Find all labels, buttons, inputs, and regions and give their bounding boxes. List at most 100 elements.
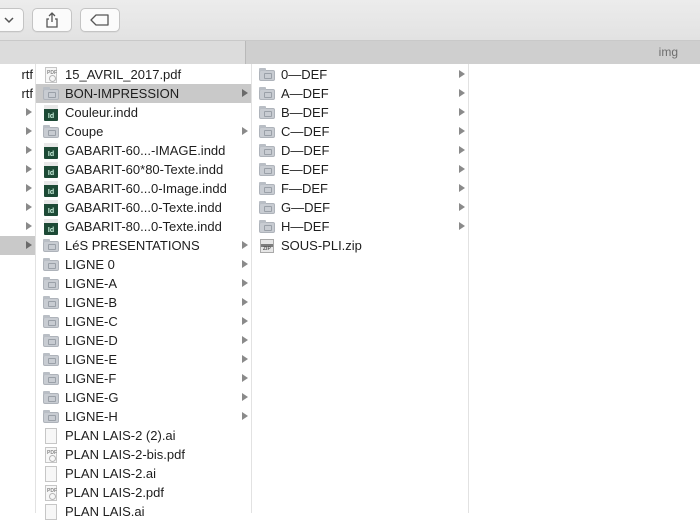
folder-row[interactable]: C—DEF <box>252 122 468 141</box>
file-row[interactable]: rtf <box>0 84 35 103</box>
column-img[interactable]: PDF 15_AVRIL_2017.pdf BON-IMPRESSION Id Coul… <box>36 64 251 520</box>
disclosure-chevron-icon <box>242 279 248 287</box>
folder-row[interactable]: D—DEF <box>252 141 468 160</box>
folder-row[interactable] <box>0 122 35 141</box>
folder-row[interactable]: LIGNE-D <box>36 331 251 350</box>
folder-row[interactable]: F—DEF <box>252 179 468 198</box>
item-name: LIGNE 0 <box>65 257 115 272</box>
folder-row[interactable]: E—DEF <box>252 160 468 179</box>
folder-row[interactable]: 0—DEF <box>252 65 468 84</box>
folder-row[interactable] <box>0 160 35 179</box>
folder-icon <box>42 333 60 349</box>
tab-current[interactable]: img <box>246 41 700 64</box>
folder-row[interactable]: LIGNE 0 <box>36 255 251 274</box>
folder-row[interactable]: BON-IMPRESSION <box>36 84 251 103</box>
indesign-icon-label: Id <box>47 188 55 196</box>
folder-row[interactable]: B—DEF <box>252 103 468 122</box>
column-parent[interactable]: rtf rtf <box>0 64 35 513</box>
file-row[interactable]: rtf <box>0 65 35 84</box>
indesign-icon-label: Id <box>47 169 55 177</box>
item-name: PLAN LAIS.ai <box>65 504 145 519</box>
item-name: PLAN LAIS-2.pdf <box>65 485 164 500</box>
folder-row[interactable] <box>0 236 35 255</box>
view-options-button[interactable] <box>0 8 24 32</box>
folder-row[interactable] <box>0 198 35 217</box>
item-name: 0—DEF <box>281 67 328 82</box>
item-name: D—DEF <box>281 143 330 158</box>
disclosure-chevron-icon <box>242 412 248 420</box>
disclosure-chevron-icon <box>242 127 248 135</box>
file-row[interactable]: PDF 15_AVRIL_2017.pdf <box>36 65 251 84</box>
file-row[interactable]: PLAN LAIS-2.ai <box>36 464 251 483</box>
disclosure-chevron-icon <box>242 260 248 268</box>
disclosure-chevron-icon <box>242 298 248 306</box>
item-name: PLAN LAIS-2 (2).ai <box>65 428 176 443</box>
folder-row[interactable]: A—DEF <box>252 84 468 103</box>
item-name: LIGNE-E <box>65 352 118 367</box>
item-name: LIGNE-C <box>65 314 118 329</box>
file-row[interactable]: Id GABARIT-60*80-Texte.indd <box>36 160 251 179</box>
document-file-icon <box>42 427 60 444</box>
item-name: LIGNE-G <box>65 390 119 405</box>
file-row[interactable]: Id GABARIT-60...0-Image.indd <box>36 179 251 198</box>
disclosure-chevron-icon <box>459 222 465 230</box>
disclosure-chevron-icon <box>459 127 465 135</box>
file-row[interactable]: PLAN LAIS-2 (2).ai <box>36 426 251 445</box>
item-name: B—DEF <box>281 105 329 120</box>
folder-row[interactable] <box>0 217 35 236</box>
disclosure-chevron-icon <box>242 89 248 97</box>
file-row[interactable]: ZIP SOUS-PLI.zip <box>252 236 468 255</box>
folder-row[interactable]: LéS PRESENTATIONS <box>36 236 251 255</box>
file-row[interactable]: Id GABARIT-60...-IMAGE.indd <box>36 141 251 160</box>
folder-row[interactable]: LIGNE-H <box>36 407 251 426</box>
folder-row[interactable] <box>0 103 35 122</box>
item-name: Coupe <box>65 124 104 139</box>
indesign-file-icon: Id <box>42 199 60 216</box>
chevron-down-icon <box>4 17 14 24</box>
folder-icon <box>258 200 276 216</box>
folder-row[interactable]: LIGNE-C <box>36 312 251 331</box>
disclosure-chevron-icon <box>26 108 32 116</box>
share-icon <box>46 12 58 28</box>
tags-button[interactable] <box>80 8 120 32</box>
folder-row[interactable] <box>0 179 35 198</box>
folder-icon <box>258 105 276 121</box>
folder-icon <box>42 86 60 102</box>
folder-row[interactable]: Coupe <box>36 122 251 141</box>
file-row[interactable]: PLAN LAIS.ai <box>36 502 251 521</box>
folder-row[interactable] <box>0 141 35 160</box>
folder-row[interactable]: LIGNE-G <box>36 388 251 407</box>
folder-row[interactable]: G—DEF <box>252 198 468 217</box>
indesign-file-icon: Id <box>42 218 60 235</box>
folder-row[interactable]: LIGNE-A <box>36 274 251 293</box>
file-row[interactable]: Id GABARIT-80...0-Texte.indd <box>36 217 251 236</box>
item-name: H—DEF <box>281 219 330 234</box>
item-name: G—DEF <box>281 200 331 215</box>
folder-icon <box>258 67 276 83</box>
file-row[interactable]: Id Couleur.indd <box>36 103 251 122</box>
folder-row[interactable]: LIGNE-E <box>36 350 251 369</box>
disclosure-chevron-icon <box>242 355 248 363</box>
folder-row[interactable]: H—DEF <box>252 217 468 236</box>
folder-icon <box>258 143 276 159</box>
item-name: GABARIT-80...0-Texte.indd <box>65 219 222 234</box>
file-row[interactable]: PDF PLAN LAIS-2-bis.pdf <box>36 445 251 464</box>
zip-icon-label: ZIP <box>263 245 271 252</box>
disclosure-chevron-icon <box>242 317 248 325</box>
file-row[interactable]: Id GABARIT-60...0-Texte.indd <box>36 198 251 217</box>
folder-icon <box>42 390 60 406</box>
item-name: GABARIT-60...0-Image.indd <box>65 181 227 196</box>
column-bon-impression[interactable]: 0—DEF A—DEF B—DEF C—DEF D—DEF E—DEF F—DEF G—DEF… <box>252 64 468 513</box>
folder-row[interactable]: LIGNE-B <box>36 293 251 312</box>
folder-icon <box>42 124 60 140</box>
finder-toolbar <box>0 0 700 41</box>
zip-file-icon: ZIP <box>258 238 276 254</box>
current-folder-title: img <box>658 45 678 59</box>
tab-previous[interactable] <box>0 41 246 64</box>
folder-icon <box>42 314 60 330</box>
disclosure-chevron-icon <box>26 127 32 135</box>
file-row[interactable]: PDF PLAN LAIS-2.pdf <box>36 483 251 502</box>
disclosure-chevron-icon <box>26 203 32 211</box>
share-button[interactable] <box>32 8 72 32</box>
folder-row[interactable]: LIGNE-F <box>36 369 251 388</box>
